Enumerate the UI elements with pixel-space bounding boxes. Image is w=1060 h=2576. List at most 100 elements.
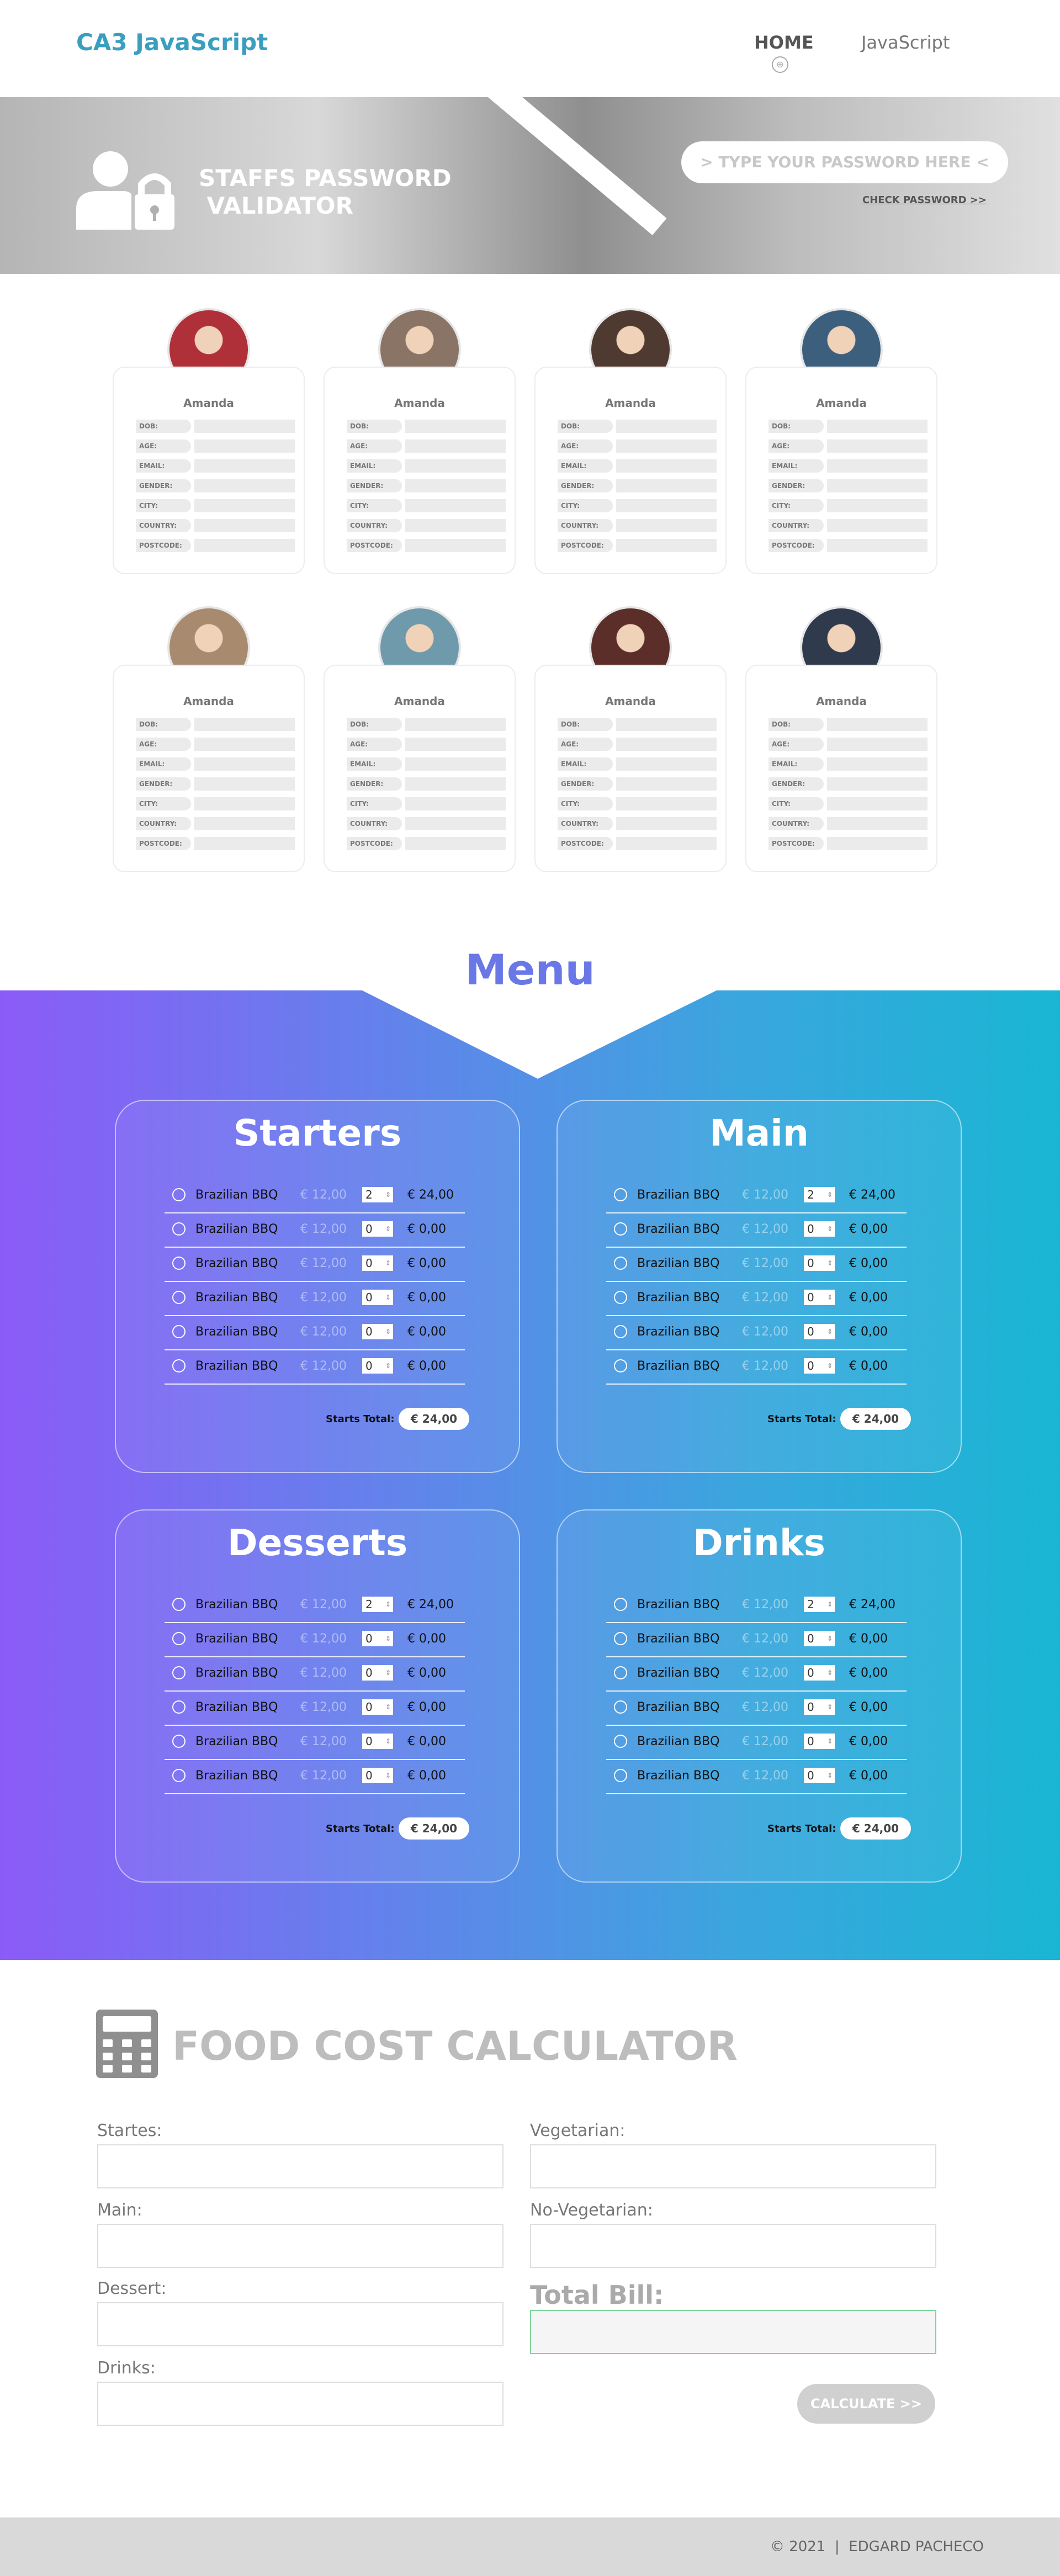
menu-item-radio[interactable] bbox=[614, 1598, 627, 1611]
menu-item-qty-stepper[interactable]: 0 ⇕ bbox=[362, 1665, 393, 1681]
stepper-arrows-icon[interactable]: ⇕ bbox=[385, 1597, 391, 1612]
menu-item-radio[interactable] bbox=[172, 1598, 186, 1611]
menu-item-qty-stepper[interactable]: 0 ⇕ bbox=[362, 1290, 393, 1305]
stepper-arrows-icon[interactable]: ⇕ bbox=[827, 1734, 833, 1749]
menu-item-qty-stepper[interactable]: 0 ⇕ bbox=[362, 1734, 393, 1749]
stepper-arrows-icon[interactable]: ⇕ bbox=[827, 1324, 833, 1339]
staff-field-value bbox=[194, 797, 295, 810]
stepper-arrows-icon[interactable]: ⇕ bbox=[385, 1290, 391, 1305]
stepper-arrows-icon[interactable]: ⇕ bbox=[385, 1324, 391, 1339]
menu-item-radio[interactable] bbox=[172, 1769, 186, 1782]
menu-item-qty-stepper[interactable]: 0 ⇕ bbox=[804, 1255, 835, 1271]
menu-item-qty-stepper[interactable]: 0 ⇕ bbox=[804, 1631, 835, 1646]
stepper-arrows-icon[interactable]: ⇕ bbox=[385, 1665, 391, 1681]
menu-item-qty-stepper[interactable]: 0 ⇕ bbox=[804, 1290, 835, 1305]
stepper-arrows-icon[interactable]: ⇕ bbox=[827, 1290, 833, 1305]
menu-item-qty-stepper[interactable]: 2 ⇕ bbox=[804, 1187, 835, 1202]
stepper-arrows-icon[interactable]: ⇕ bbox=[827, 1255, 833, 1271]
menu-item-radio[interactable] bbox=[172, 1700, 186, 1714]
menu-item-qty-stepper[interactable]: 0 ⇕ bbox=[804, 1768, 835, 1783]
stepper-arrows-icon[interactable]: ⇕ bbox=[827, 1665, 833, 1681]
stepper-arrows-icon[interactable]: ⇕ bbox=[385, 1768, 391, 1783]
staff-field-label: CITY: bbox=[558, 499, 613, 512]
menu-item-radio[interactable] bbox=[614, 1291, 627, 1304]
stepper-arrows-icon[interactable]: ⇕ bbox=[827, 1631, 833, 1646]
menu-item-radio[interactable] bbox=[614, 1257, 627, 1270]
vegetarian-field[interactable] bbox=[530, 2144, 936, 2188]
menu-item-qty-stepper[interactable]: 0 ⇕ bbox=[362, 1768, 393, 1783]
stepper-arrows-icon[interactable]: ⇕ bbox=[385, 1221, 391, 1237]
starters-field[interactable] bbox=[97, 2144, 504, 2188]
menu-item-radio[interactable] bbox=[172, 1325, 186, 1338]
main-field[interactable] bbox=[97, 2224, 504, 2268]
menu-item-qty-stepper[interactable]: 2 ⇕ bbox=[362, 1597, 393, 1612]
staff-field-label: EMAIL: bbox=[558, 459, 613, 473]
menu-item-radio[interactable] bbox=[614, 1359, 627, 1372]
menu-item-qty-stepper[interactable]: 0 ⇕ bbox=[362, 1255, 393, 1271]
password-input[interactable]: > TYPE YOUR PASSWORD HERE < bbox=[681, 141, 1008, 183]
non-vegetarian-field[interactable] bbox=[530, 2224, 936, 2268]
total-bill-field[interactable] bbox=[530, 2310, 936, 2354]
menu-item-qty-stepper[interactable]: 0 ⇕ bbox=[804, 1734, 835, 1749]
stepper-arrows-icon[interactable]: ⇕ bbox=[385, 1699, 391, 1715]
calculate-button[interactable]: CALCULATE >> bbox=[797, 2384, 935, 2424]
staff-field-label: POSTCODE: bbox=[347, 539, 402, 552]
stepper-arrows-icon[interactable]: ⇕ bbox=[827, 1768, 833, 1783]
stepper-arrows-icon[interactable]: ⇕ bbox=[827, 1221, 833, 1237]
stepper-arrows-icon[interactable]: ⇕ bbox=[385, 1358, 391, 1374]
menu-item-radio[interactable] bbox=[614, 1222, 627, 1236]
site-logo[interactable]: CA3 JavaScript bbox=[76, 29, 268, 56]
menu-item-qty-stepper[interactable]: 0 ⇕ bbox=[804, 1699, 835, 1715]
nav-javascript-link[interactable]: JavaScript bbox=[861, 32, 950, 53]
menu-item-radio[interactable] bbox=[614, 1325, 627, 1338]
section-total-value: € 24,00 bbox=[399, 1817, 469, 1840]
menu-item-row: Brazilian BBQ € 12,00 0 ⇕ € 0,00 bbox=[165, 1726, 465, 1760]
menu-item-radio[interactable] bbox=[172, 1735, 186, 1748]
menu-item-radio[interactable] bbox=[172, 1222, 186, 1236]
menu-item-qty-stepper[interactable]: 0 ⇕ bbox=[362, 1699, 393, 1715]
menu-item-qty-stepper[interactable]: 2 ⇕ bbox=[362, 1187, 393, 1202]
stepper-arrows-icon[interactable]: ⇕ bbox=[827, 1358, 833, 1374]
menu-item-qty-stepper[interactable]: 0 ⇕ bbox=[804, 1221, 835, 1237]
menu-item-radio[interactable] bbox=[614, 1735, 627, 1748]
menu-item-radio[interactable] bbox=[172, 1188, 186, 1201]
menu-item-row: Brazilian BBQ € 12,00 0 ⇕ € 0,00 bbox=[606, 1350, 907, 1385]
site-header: CA3 JavaScript HOME ⊕ JavaScript bbox=[0, 0, 1060, 97]
menu-item-radio[interactable] bbox=[172, 1359, 186, 1372]
staff-field-value bbox=[827, 459, 928, 473]
check-password-link[interactable]: CHECK PASSWORD >> bbox=[862, 194, 987, 206]
stepper-arrows-icon[interactable]: ⇕ bbox=[385, 1734, 391, 1749]
menu-item-radio[interactable] bbox=[614, 1769, 627, 1782]
menu-item-total: € 0,00 bbox=[849, 1666, 888, 1680]
menu-item-name: Brazilian BBQ bbox=[195, 1632, 278, 1646]
menu-item-qty-stepper[interactable]: 0 ⇕ bbox=[804, 1324, 835, 1339]
stepper-arrows-icon[interactable]: ⇕ bbox=[827, 1699, 833, 1715]
stepper-arrows-icon[interactable]: ⇕ bbox=[385, 1255, 391, 1271]
menu-item-qty-stepper[interactable]: 0 ⇕ bbox=[804, 1358, 835, 1374]
menu-item-radio[interactable] bbox=[614, 1188, 627, 1201]
menu-item-qty-stepper[interactable]: 0 ⇕ bbox=[362, 1324, 393, 1339]
menu-item-qty-stepper[interactable]: 2 ⇕ bbox=[804, 1597, 835, 1612]
staff-field-row: GENDER: bbox=[347, 777, 506, 791]
menu-item-radio[interactable] bbox=[172, 1632, 186, 1645]
nav-home-link[interactable]: HOME bbox=[754, 32, 814, 53]
menu-item-radio[interactable] bbox=[172, 1257, 186, 1270]
menu-item-radio[interactable] bbox=[614, 1666, 627, 1679]
menu-item-qty-stepper[interactable]: 0 ⇕ bbox=[362, 1221, 393, 1237]
drinks-field[interactable] bbox=[97, 2382, 504, 2426]
menu-item-row: Brazilian BBQ € 12,00 2 ⇕ € 24,00 bbox=[165, 1179, 465, 1213]
staff-field-row: COUNTRY: bbox=[768, 817, 928, 830]
stepper-arrows-icon[interactable]: ⇕ bbox=[827, 1597, 833, 1612]
stepper-arrows-icon[interactable]: ⇕ bbox=[385, 1631, 391, 1646]
menu-item-radio[interactable] bbox=[614, 1632, 627, 1645]
menu-item-qty-stepper[interactable]: 0 ⇕ bbox=[804, 1665, 835, 1681]
menu-item-radio[interactable] bbox=[172, 1291, 186, 1304]
menu-item-qty-stepper[interactable]: 0 ⇕ bbox=[362, 1358, 393, 1374]
dessert-field[interactable] bbox=[97, 2302, 504, 2346]
stepper-arrows-icon[interactable]: ⇕ bbox=[385, 1187, 391, 1202]
menu-item-radio[interactable] bbox=[614, 1700, 627, 1714]
menu-item-radio[interactable] bbox=[172, 1666, 186, 1679]
menu-item-qty-stepper[interactable]: 0 ⇕ bbox=[362, 1631, 393, 1646]
staff-field-row: AGE: bbox=[558, 738, 717, 751]
stepper-arrows-icon[interactable]: ⇕ bbox=[827, 1187, 833, 1202]
